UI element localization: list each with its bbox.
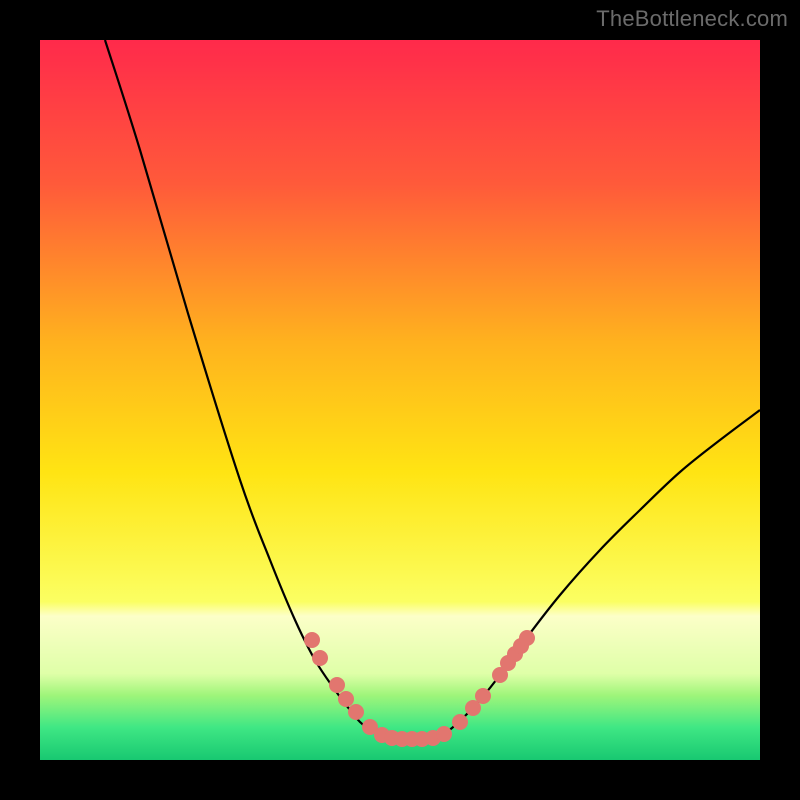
marker-dot: [452, 714, 468, 730]
marker-dot: [436, 726, 452, 742]
marker-dot: [304, 632, 320, 648]
chart-frame: TheBottleneck.com: [0, 0, 800, 800]
gradient-background: [40, 40, 760, 760]
marker-dot: [348, 704, 364, 720]
marker-dot: [338, 691, 354, 707]
marker-dot: [519, 630, 535, 646]
bottleneck-curve-chart: [40, 40, 760, 760]
marker-dot: [329, 677, 345, 693]
marker-dot: [475, 688, 491, 704]
marker-dot: [312, 650, 328, 666]
watermark-text: TheBottleneck.com: [596, 6, 788, 32]
plot-area: [40, 40, 760, 760]
